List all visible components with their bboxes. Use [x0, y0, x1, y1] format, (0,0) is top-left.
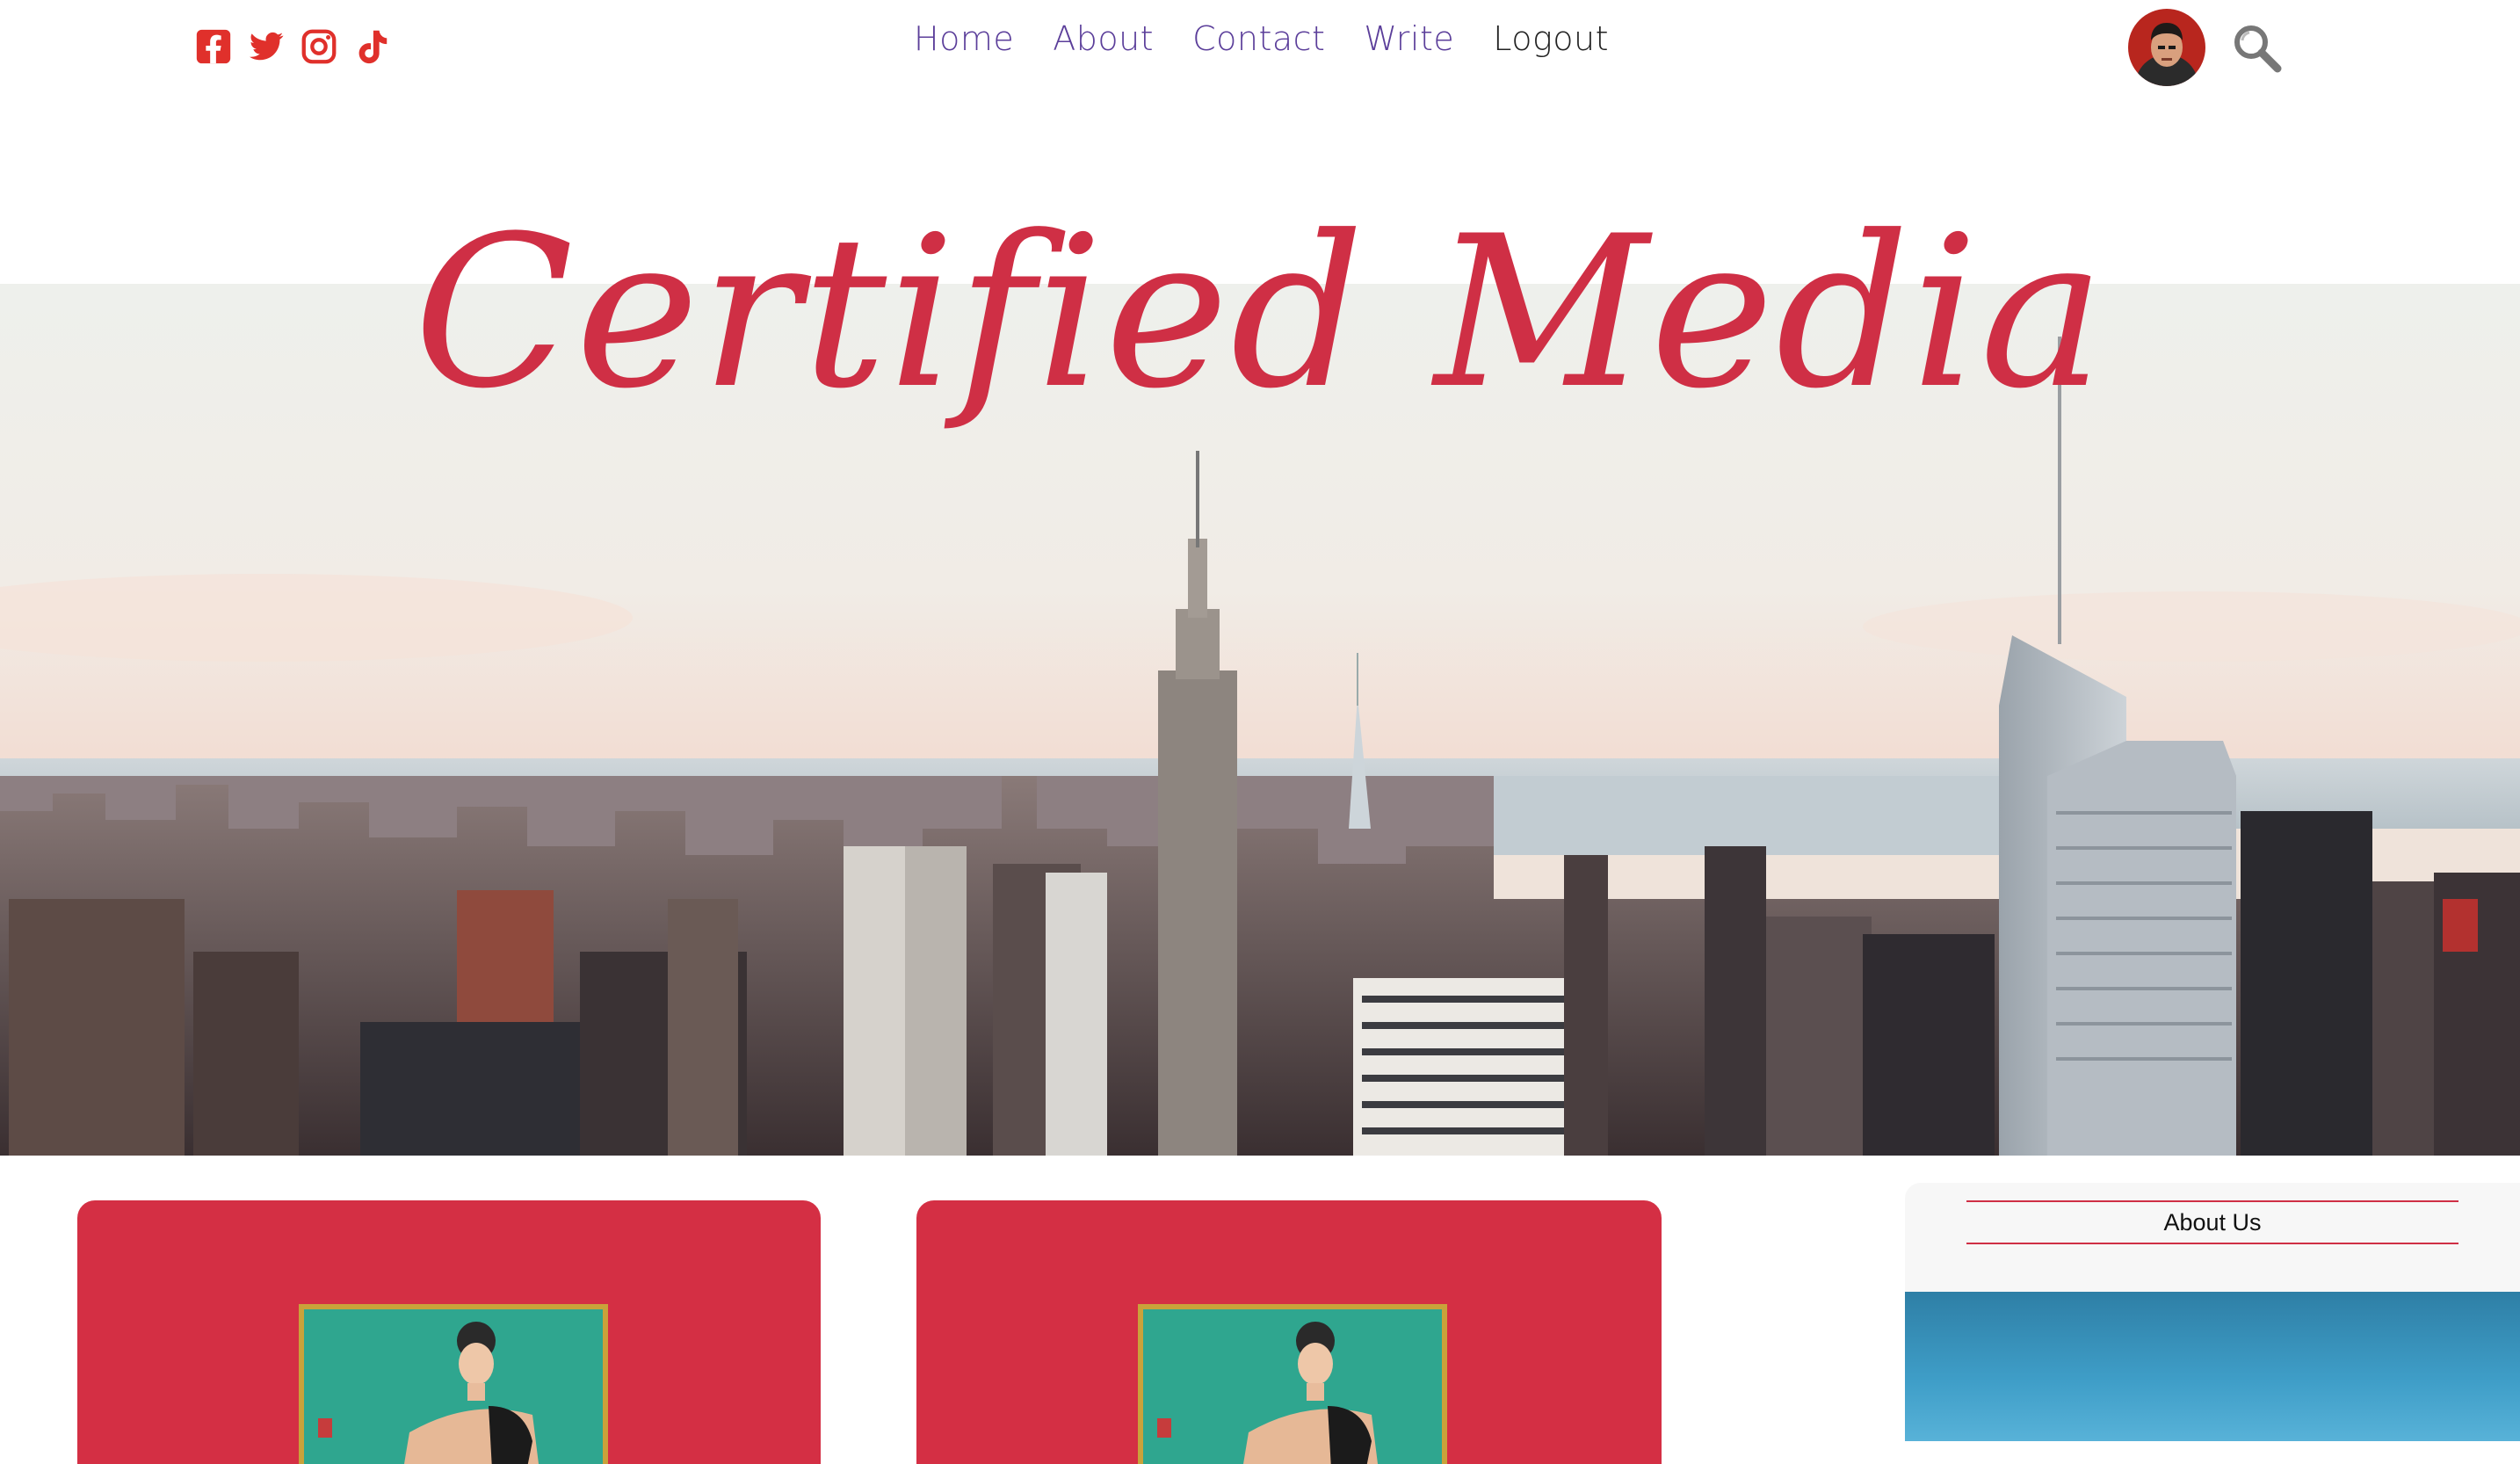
tiktok-link[interactable]: [351, 26, 392, 67]
post-thumbnail[interactable]: [299, 1304, 608, 1464]
avatar[interactable]: [2128, 9, 2205, 86]
avatar-image: [2128, 9, 2205, 86]
magnifier-icon: [2234, 25, 2282, 73]
facebook-icon: [196, 29, 231, 64]
twitter-icon: [250, 32, 284, 61]
nav-logout[interactable]: Logout: [1493, 19, 1609, 58]
nav-contact[interactable]: Contact: [1192, 19, 1325, 58]
twitter-link[interactable]: [246, 26, 286, 67]
instagram-link[interactable]: [299, 26, 339, 67]
tiktok-icon: [358, 30, 387, 64]
main-nav: Home About Contact Write Logout: [914, 19, 1609, 58]
post-card[interactable]: [916, 1200, 1662, 1464]
search-button[interactable]: [2230, 21, 2283, 74]
social-links: [193, 26, 392, 67]
post-card[interactable]: [77, 1200, 821, 1464]
sidebar-image: [1905, 1292, 2520, 1441]
site-title-text[interactable]: Certified Media: [0, 209, 2520, 418]
post-thumbnail[interactable]: [1138, 1304, 1447, 1464]
top-bar: Home About Contact Write Logout: [0, 0, 2520, 97]
sidebar-title: About Us: [2163, 1209, 2262, 1236]
nav-home[interactable]: Home: [914, 19, 1014, 58]
sidebar: About Us: [1905, 1183, 2520, 1441]
facebook-link[interactable]: [193, 26, 234, 67]
nav-write[interactable]: Write: [1364, 19, 1454, 58]
sidebar-title-box: About Us: [1966, 1200, 2458, 1244]
instagram-icon: [301, 29, 337, 64]
nav-about[interactable]: About: [1053, 19, 1154, 58]
